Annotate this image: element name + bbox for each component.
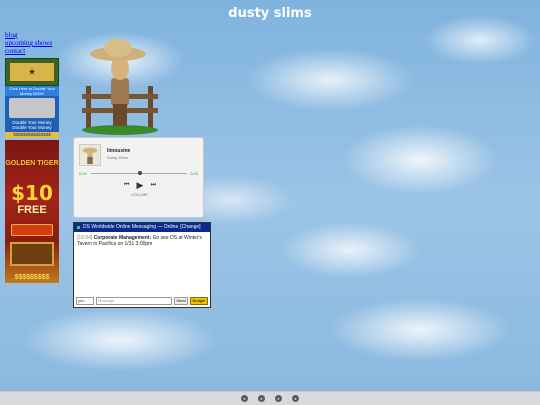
grass: [82, 125, 158, 135]
ad-tiger-amount: $10: [11, 181, 53, 205]
ad-bingo-banner[interactable]: ★: [5, 58, 59, 86]
next-icon[interactable]: ⏭: [151, 182, 156, 189]
money-image: [9, 98, 55, 118]
nudge-button[interactable]: Nudge!: [190, 297, 208, 305]
chat-input-row: you Message Send Nudge!: [76, 297, 208, 305]
instagram-icon[interactable]: ●: [292, 395, 299, 402]
playback-controls: ⏮ ▶ ⏭: [124, 180, 156, 191]
fence-post: [148, 86, 153, 128]
ad-tiger-dollars: $$$$$$$$$: [14, 274, 50, 281]
nav-links: blog upcoming shows contact: [5, 31, 52, 55]
cowboy-animation-image: [82, 39, 158, 135]
cowboy-hat-crown: [104, 39, 132, 57]
treasure-chest-image: [10, 242, 54, 266]
message-input[interactable]: Message: [96, 297, 172, 305]
chat-header: DS Worldwide Online Messaging — Online […: [74, 223, 210, 232]
cowboy-legs: [113, 104, 127, 126]
chat-change-link[interactable]: [Change]: [180, 223, 200, 232]
ad-tiger-name: GOLDEN TIGER: [5, 160, 59, 167]
send-button[interactable]: Send: [174, 297, 188, 305]
cowboy-body: [111, 78, 129, 106]
volume-label[interactable]: VOLUME: [74, 192, 205, 197]
ad-money-headline: Click Here to Double Your Money NOW!: [5, 86, 59, 96]
chat-title: DS Worldwide Online Messaging — Online: [83, 224, 179, 230]
ad-double-money-banner[interactable]: Click Here to Double Your Money NOW! Dou…: [5, 86, 59, 138]
site-title: dusty slims: [228, 6, 312, 21]
online-status-icon: [77, 226, 80, 229]
ad-tiger-free: FREE: [17, 204, 47, 216]
progress-knob[interactable]: [138, 171, 142, 175]
ad-money-line-2: Double Your Money: [12, 125, 52, 130]
track-artist: Dusty Slims: [107, 155, 129, 160]
fence-post: [86, 86, 91, 128]
spotify-icon[interactable]: ●: [241, 395, 248, 402]
ad-golden-tiger-banner[interactable]: GOLDEN TIGER $10 FREE $$$$$$$$$: [5, 140, 59, 283]
music-player: limousine Dusty Slims 0:00 0:00 ⏮ ▶ ⏭ VO…: [73, 137, 204, 218]
ad-money-dollars: $$$$$$$$$$$$$$$: [5, 132, 59, 138]
bingo-logo: ★: [9, 62, 55, 82]
apple-icon[interactable]: ●: [258, 395, 265, 402]
nav-link-upcoming-shows[interactable]: upcoming shows: [5, 39, 52, 47]
nickname-input[interactable]: you: [76, 297, 94, 305]
chat-message: [18:54] Corporate Management: Go see DS …: [74, 232, 210, 298]
footer-bar: ● ● ● ●: [0, 391, 540, 405]
time-elapsed: 0:00: [79, 171, 87, 176]
album-art: [79, 144, 101, 166]
soundcloud-icon[interactable]: ●: [275, 395, 282, 402]
nav-link-contact[interactable]: contact: [5, 47, 52, 55]
nav-link-blog[interactable]: blog: [5, 31, 52, 39]
track-title: limousine: [107, 148, 131, 154]
ad-tiger-button[interactable]: [11, 224, 53, 236]
play-icon[interactable]: ▶: [137, 180, 144, 191]
previous-icon[interactable]: ⏮: [124, 182, 129, 189]
time-total: 0:00: [190, 171, 198, 176]
chat-widget: DS Worldwide Online Messaging — Online […: [73, 222, 211, 308]
